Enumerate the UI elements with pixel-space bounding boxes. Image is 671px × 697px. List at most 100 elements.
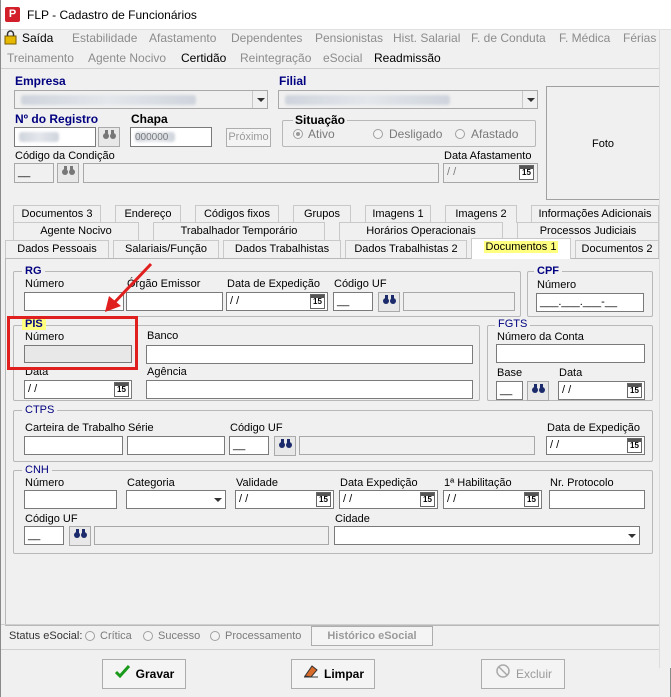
menu-saida[interactable]: Saída xyxy=(22,31,53,45)
cnh-numero-input[interactable] xyxy=(24,490,117,509)
rg-uf-input[interactable]: __ xyxy=(333,292,373,311)
menu-estabilidade[interactable]: Estabilidade xyxy=(72,31,137,45)
chevron-down-icon[interactable] xyxy=(624,527,639,544)
cnh-uf-input[interactable]: __ xyxy=(24,526,64,545)
tab-imagens-1[interactable]: Imagens 1 xyxy=(365,205,431,223)
cnh-validade-label: Validade xyxy=(236,477,278,489)
ctps-uf-search-button[interactable] xyxy=(274,436,296,456)
calendar-icon[interactable]: 15 xyxy=(519,165,534,180)
cnh-primeira-input[interactable]: / / 15 xyxy=(443,490,542,509)
cpf-numero-input[interactable]: ___.___.___-__ xyxy=(536,293,644,312)
chevron-down-icon[interactable] xyxy=(522,91,537,108)
proximo-button[interactable]: Próximo xyxy=(226,128,271,147)
ctps-serie-input[interactable] xyxy=(127,436,225,455)
menu-ferias[interactable]: Férias xyxy=(623,31,656,45)
fgts-base-search-button[interactable] xyxy=(527,381,549,401)
ctps-uf-description xyxy=(299,436,535,455)
chevron-down-icon[interactable] xyxy=(252,91,267,108)
cnh-uf-search-button[interactable] xyxy=(69,526,91,546)
rg-uf-search-button[interactable] xyxy=(378,292,400,312)
tab-endereco[interactable]: Endereço xyxy=(115,205,181,223)
menu-esocial[interactable]: eSocial xyxy=(323,51,362,65)
cnh-validade-input[interactable]: / / 15 xyxy=(235,490,334,509)
cnh-categoria-combo[interactable] xyxy=(126,490,226,509)
status-processamento-radio[interactable] xyxy=(210,631,220,641)
menu-pensionistas[interactable]: Pensionistas xyxy=(315,31,383,45)
menu-f-conduta[interactable]: F. de Conduta xyxy=(471,31,546,45)
rg-data-exp-input[interactable]: / / 15 xyxy=(226,292,328,311)
fgts-conta-input[interactable] xyxy=(496,344,645,363)
calendar-icon[interactable]: 15 xyxy=(310,294,325,309)
tab-documentos-3[interactable]: Documentos 3 xyxy=(13,205,101,223)
data-afastamento-input[interactable]: / / 15 xyxy=(443,163,538,183)
fgts-data-input[interactable]: / / 15 xyxy=(558,381,645,400)
menu-hist-salarial[interactable]: Hist. Salarial xyxy=(393,31,460,45)
gravar-button[interactable]: Gravar xyxy=(102,659,186,689)
ctps-carteira-input[interactable] xyxy=(24,436,123,455)
empresa-combo[interactable] xyxy=(14,90,268,109)
situacao-desligado-radio[interactable] xyxy=(373,129,383,139)
calendar-icon[interactable]: 15 xyxy=(627,383,642,398)
chevron-down-icon[interactable] xyxy=(210,491,225,508)
tab-trabalhador-temporario[interactable]: Trabalhador Temporário xyxy=(153,222,325,240)
condicao-search-button[interactable] xyxy=(57,163,79,183)
codigo-condicao-input[interactable]: __ xyxy=(14,163,54,183)
calendar-icon[interactable]: 15 xyxy=(316,492,331,507)
tab-label: Documentos 3 xyxy=(21,208,93,220)
menu-reintegracao[interactable]: Reintegração xyxy=(240,51,311,65)
excluir-button[interactable]: Excluir xyxy=(481,659,565,689)
tab-dados-trabalhistas[interactable]: Dados Trabalhistas xyxy=(223,240,341,259)
registro-input[interactable] xyxy=(14,127,96,147)
cnh-data-exp-input[interactable]: / / 15 xyxy=(339,490,438,509)
main-window: P FLP - Cadastro de Funcionários Saída E… xyxy=(0,0,671,697)
tab-informacoes-adicionais[interactable]: Informações Adicionais xyxy=(531,205,659,223)
tab-documentos-1[interactable]: Documentos 1 xyxy=(471,238,571,259)
filial-label: Filial xyxy=(279,74,307,88)
pis-agencia-input[interactable] xyxy=(146,380,473,399)
foto-box[interactable]: Foto xyxy=(546,86,660,200)
situacao-ativo-radio[interactable] xyxy=(293,129,303,139)
registro-search-button[interactable] xyxy=(98,127,120,147)
limpar-button[interactable]: Limpar xyxy=(291,659,375,689)
tab-dados-trabalhistas-2[interactable]: Dados Trabalhistas 2 xyxy=(345,240,467,259)
tab-label: Dados Trabalhistas 2 xyxy=(354,243,458,255)
cnh-protocolo-input[interactable] xyxy=(549,490,645,509)
tab-agente-nocivo[interactable]: Agente Nocivo xyxy=(13,222,139,240)
tab-salariais-funcao[interactable]: Salariais/Função xyxy=(113,240,219,259)
chapa-input[interactable]: 000000 xyxy=(130,127,212,147)
binoculars-icon xyxy=(531,384,545,397)
status-sucesso-radio[interactable] xyxy=(143,631,153,641)
situacao-afastado-radio[interactable] xyxy=(455,129,465,139)
ctps-uf-input[interactable]: __ xyxy=(229,436,269,455)
tab-dados-pessoais[interactable]: Dados Pessoais xyxy=(5,240,109,259)
calendar-icon[interactable]: 15 xyxy=(524,492,539,507)
vertical-scrollbar[interactable] xyxy=(659,30,671,668)
tab-imagens-2[interactable]: Imagens 2 xyxy=(445,205,517,223)
pis-banco-input[interactable] xyxy=(146,345,473,364)
data-afastamento-label: Data Afastamento xyxy=(444,150,532,162)
filial-combo[interactable] xyxy=(278,90,538,109)
tab-documentos-2[interactable]: Documentos 2 xyxy=(575,240,659,259)
annotation-highlight-box xyxy=(7,316,138,370)
status-critica-radio[interactable] xyxy=(85,631,95,641)
menu-certidao[interactable]: Certidão xyxy=(181,51,226,65)
pis-data-input[interactable]: / / 15 xyxy=(24,380,132,399)
tab-label: Grupos xyxy=(303,208,341,220)
calendar-icon[interactable]: 15 xyxy=(420,492,435,507)
lock-icon xyxy=(4,30,17,48)
menu-agente-nocivo[interactable]: Agente Nocivo xyxy=(88,51,166,65)
fgts-data-value: / / xyxy=(562,384,572,396)
historico-esocial-button[interactable]: Histórico eSocial xyxy=(311,626,433,646)
calendar-icon[interactable]: 15 xyxy=(114,382,129,397)
ctps-data-exp-input[interactable]: / / 15 xyxy=(546,436,645,455)
tab-grupos[interactable]: Grupos xyxy=(293,205,351,223)
menu-dependentes[interactable]: Dependentes xyxy=(231,31,302,45)
tab-codigos-fixos[interactable]: Códigos fixos xyxy=(195,205,279,223)
menu-treinamento[interactable]: Treinamento xyxy=(7,51,74,65)
menu-afastamento[interactable]: Afastamento xyxy=(149,31,216,45)
fgts-base-input[interactable]: __ xyxy=(496,381,523,400)
menu-f-medica[interactable]: F. Médica xyxy=(559,31,610,45)
calendar-icon[interactable]: 15 xyxy=(627,438,642,453)
cnh-cidade-combo[interactable] xyxy=(334,526,640,545)
menu-readmissao[interactable]: Readmissão xyxy=(374,51,441,65)
